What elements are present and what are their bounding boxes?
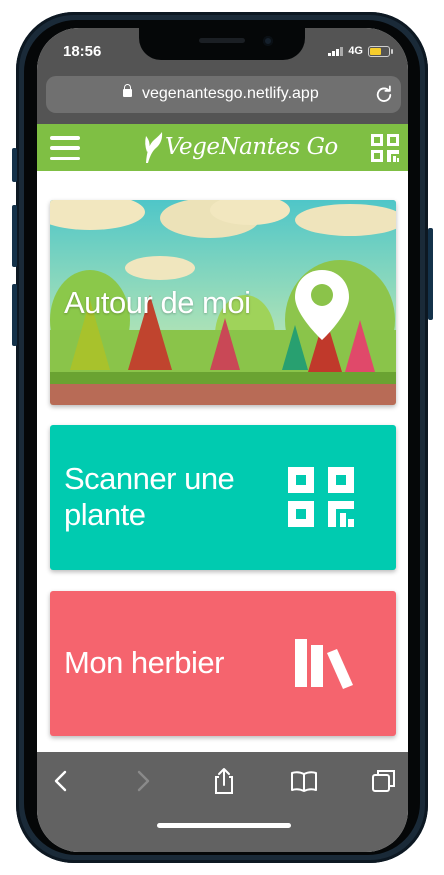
tabs-icon[interactable]	[369, 766, 399, 796]
side-button-power	[428, 228, 433, 320]
scan-plant-card[interactable]: Scanner une plante	[50, 425, 396, 570]
back-icon[interactable]	[47, 766, 77, 796]
main-content: Autour de moi Scanner une plante Mon her…	[37, 171, 408, 752]
herbarium-card-label: Mon herbier	[64, 645, 224, 680]
share-icon[interactable]	[209, 766, 239, 796]
front-camera	[263, 36, 273, 46]
app-logo-text: VegeNantes Go	[165, 134, 338, 160]
scan-plant-card-label: Scanner une plante	[64, 461, 235, 533]
nearby-card-label: Autour de moi	[64, 285, 251, 320]
speaker-grille	[199, 38, 245, 43]
network-type: 4G	[348, 45, 363, 57]
address-bar[interactable]: vegenantesgo.netlify.app	[46, 76, 401, 113]
browser-toolbar	[37, 752, 408, 852]
books-icon	[295, 639, 353, 689]
scan-plant-label-line1: Scanner une	[64, 461, 235, 496]
side-button-volume-down	[12, 284, 17, 346]
herbarium-card[interactable]: Mon herbier	[50, 591, 396, 736]
signal-icon	[328, 46, 344, 56]
status-indicators: 4G	[328, 45, 393, 57]
side-button-silent	[12, 148, 17, 182]
nearby-card[interactable]: Autour de moi	[50, 200, 396, 405]
qr-code-icon	[288, 467, 354, 527]
reload-icon[interactable]	[375, 85, 393, 103]
app-logo[interactable]: VegeNantes Go	[144, 130, 338, 164]
bookmarks-icon[interactable]	[289, 766, 319, 796]
lock-icon	[123, 84, 132, 97]
phone-notch	[139, 28, 305, 60]
forward-icon[interactable]	[127, 766, 157, 796]
side-button-volume-up	[12, 205, 17, 267]
home-indicator[interactable]	[157, 823, 291, 828]
qr-code-icon[interactable]	[370, 133, 400, 163]
phone-screen: 18:56 4G vegenantesgo.netlify.app VegeNa…	[37, 28, 408, 852]
status-time: 18:56	[63, 43, 102, 60]
hamburger-menu-icon[interactable]	[50, 136, 80, 160]
url-text[interactable]: vegenantesgo.netlify.app	[142, 85, 319, 103]
leaf-icon	[145, 132, 163, 163]
battery-icon	[368, 45, 393, 57]
browser-address-area: vegenantesgo.netlify.app	[37, 74, 408, 124]
app-header: VegeNantes Go	[37, 124, 408, 171]
scan-plant-label-line2: plante	[64, 497, 146, 532]
